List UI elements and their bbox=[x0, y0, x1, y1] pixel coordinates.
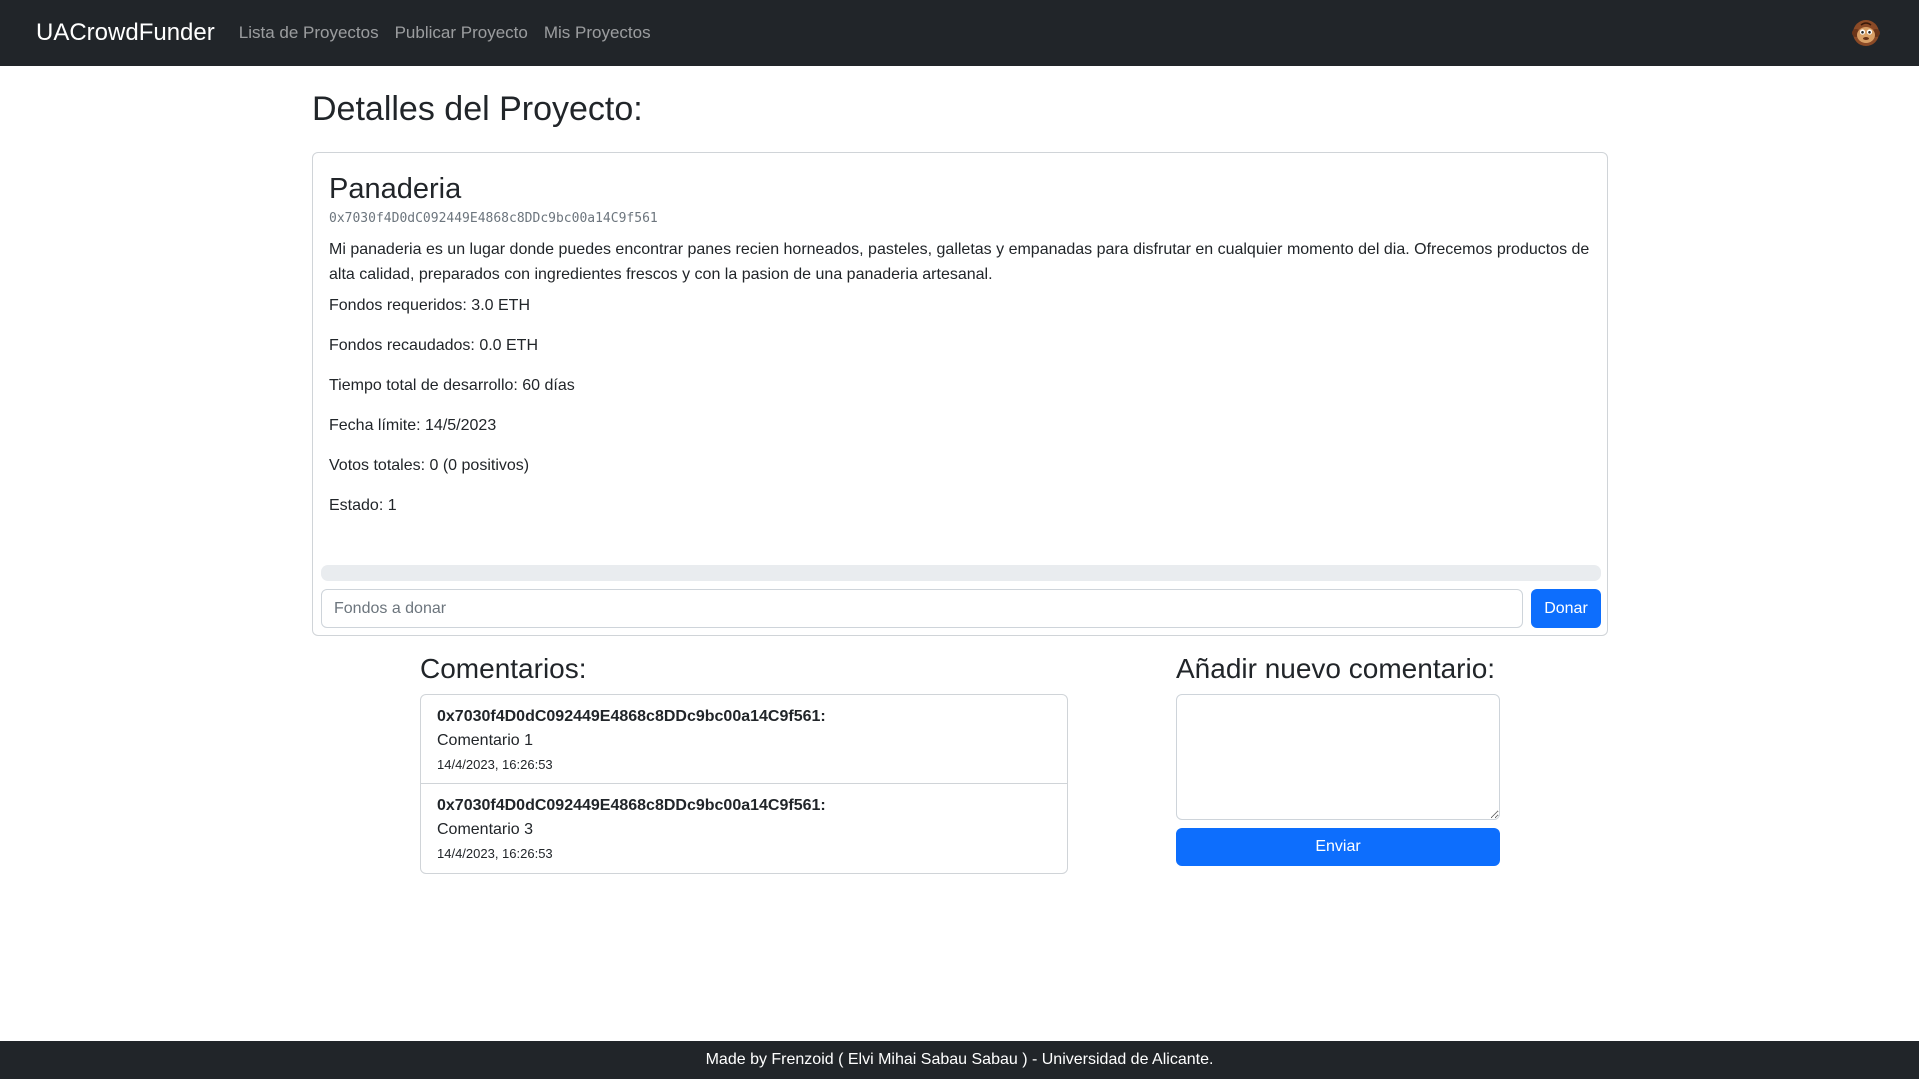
project-raised-funds: Fondos recaudados: 0.0 ETH bbox=[329, 337, 539, 354]
brand-link[interactable]: UACrowdFunder bbox=[36, 19, 215, 47]
project-description: Mi panaderia es un lugar donde puedes en… bbox=[329, 241, 1590, 283]
new-comment-title: Añadir nuevo comentario: bbox=[1176, 653, 1496, 684]
comment-author: 0x7030f4D0dC092449E4868c8DDc9bc00a14C9f5… bbox=[437, 797, 826, 814]
project-votes: Votos totales: 0 (0 positivos) bbox=[329, 457, 530, 474]
comment-author: 0x7030f4D0dC092449E4868c8DDc9bc00a14C9f5… bbox=[437, 708, 826, 725]
funding-progress-bar bbox=[321, 565, 1601, 581]
monkey-avatar-icon[interactable] bbox=[1851, 18, 1881, 48]
project-name: Panaderia bbox=[329, 173, 462, 205]
comment-text: Comentario 1 bbox=[437, 732, 534, 749]
project-status: Estado: 1 bbox=[329, 497, 397, 514]
comments-title: Comentarios: bbox=[420, 653, 587, 684]
comment-date: 14/4/2023, 16:26:53 bbox=[437, 757, 553, 772]
send-comment-button[interactable]: Enviar bbox=[1176, 828, 1500, 866]
footer: Made by Frenzoid ( Elvi Mihai Sabau Saba… bbox=[0, 1041, 1919, 1079]
comments-list: 0x7030f4D0dC092449E4868c8DDc9bc00a14C9f5… bbox=[420, 694, 1068, 874]
project-required-funds: Fondos requeridos: 3.0 ETH bbox=[329, 297, 530, 314]
nav-link-lista-proyectos[interactable]: Lista de Proyectos bbox=[239, 23, 379, 43]
project-address: 0x7030f4D0dC092449E4868c8DDc9bc00a14C9f5… bbox=[329, 211, 658, 226]
comment-item: 0x7030f4D0dC092449E4868c8DDc9bc00a14C9f5… bbox=[421, 695, 1067, 784]
donate-amount-input[interactable] bbox=[321, 589, 1523, 628]
project-deadline: Fecha límite: 14/5/2023 bbox=[329, 417, 497, 434]
comment-item: 0x7030f4D0dC092449E4868c8DDc9bc00a14C9f5… bbox=[421, 784, 1067, 873]
comment-date: 14/4/2023, 16:26:53 bbox=[437, 846, 553, 861]
donate-button[interactable]: Donar bbox=[1531, 589, 1601, 628]
nav-link-publicar-proyecto[interactable]: Publicar Proyecto bbox=[395, 23, 528, 43]
footer-text: Made by Frenzoid ( Elvi Mihai Sabau Saba… bbox=[705, 1051, 1214, 1068]
navbar: UACrowdFunder Lista de Proyectos Publica… bbox=[0, 0, 1919, 66]
nav-link-mis-proyectos[interactable]: Mis Proyectos bbox=[544, 23, 651, 43]
comment-text: Comentario 3 bbox=[437, 821, 534, 838]
project-card: Panaderia 0x7030f4D0dC092449E4868c8DDc9b… bbox=[312, 152, 1608, 636]
project-duration: Tiempo total de desarrollo: 60 días bbox=[329, 377, 575, 394]
page-title: Detalles del Proyecto: bbox=[312, 90, 643, 128]
new-comment-textarea[interactable] bbox=[1176, 694, 1500, 820]
